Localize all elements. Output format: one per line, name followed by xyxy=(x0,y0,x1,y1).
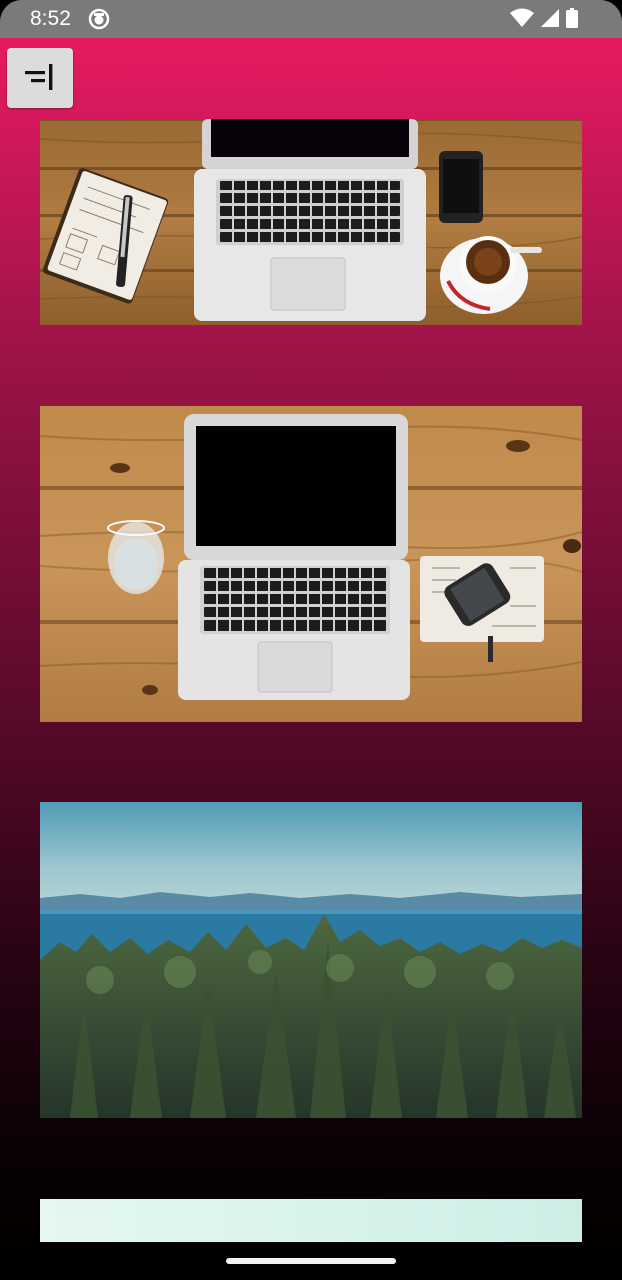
gallery-image-3[interactable] xyxy=(40,802,582,1118)
status-time: 8:52 xyxy=(30,7,71,30)
status-icons xyxy=(510,8,578,33)
menu-button[interactable] xyxy=(7,48,73,108)
gallery-image-1[interactable] xyxy=(40,119,582,325)
wifi-icon xyxy=(510,8,534,33)
status-bar: 8:52 xyxy=(0,0,622,38)
battery-icon xyxy=(566,8,578,33)
gallery-image-2[interactable] xyxy=(40,406,582,722)
menu-align-right-icon xyxy=(23,62,57,95)
cellular-signal-icon xyxy=(540,8,560,33)
home-indicator[interactable] xyxy=(226,1258,396,1264)
gallery-image-4[interactable] xyxy=(40,1199,582,1242)
app-screen: 8:52 xyxy=(0,0,622,1280)
app-notification-icon xyxy=(88,8,110,30)
